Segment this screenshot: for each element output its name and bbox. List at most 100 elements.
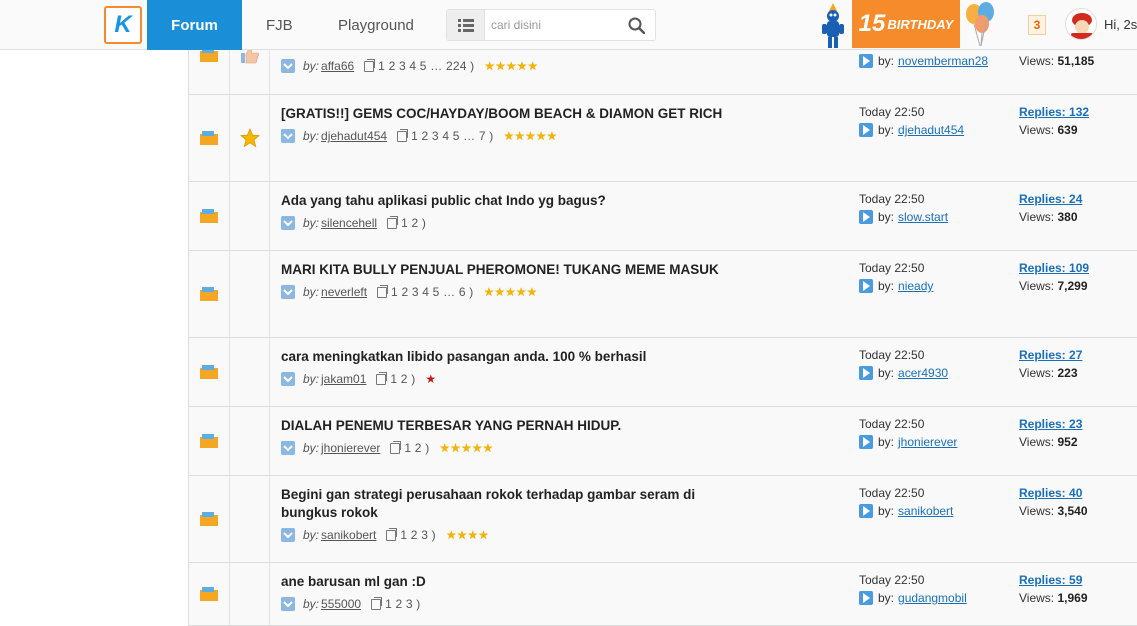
goto-last-post-icon[interactable] <box>859 366 873 380</box>
views-value: 3,540 <box>1057 504 1088 518</box>
last-post-user-link[interactable]: sanikobert <box>898 504 953 518</box>
thread-badge-cell <box>230 563 270 625</box>
thread-badge-cell <box>230 251 270 337</box>
views-count: Views: 3,540 <box>1019 504 1088 518</box>
replies-link[interactable]: Replies: 132 <box>1019 105 1089 119</box>
balloons-icon <box>966 2 994 47</box>
last-post-user-link[interactable]: gudangmobil <box>898 591 967 605</box>
folder-icon <box>199 512 219 527</box>
goto-last-post-icon[interactable] <box>859 435 873 449</box>
last-post-by: by: slow.start <box>859 210 948 224</box>
last-post-user-link[interactable]: acer4930 <box>898 366 948 380</box>
thread-pages[interactable]: 1 2 3 4 5 … 224 ) <box>378 59 474 73</box>
rating-star: ★ <box>516 59 528 73</box>
thread-title-link[interactable]: ane barusan ml gan :D <box>281 573 726 591</box>
notification-badge[interactable]: 3 <box>1028 15 1046 35</box>
goto-last-post-icon[interactable] <box>859 210 873 224</box>
search-input[interactable] <box>491 10 621 40</box>
user-greeting[interactable]: Hi, 2s <box>1104 17 1137 32</box>
thread-pages[interactable]: 1 2 3 ) <box>400 528 435 542</box>
logo-letter: K <box>114 11 132 38</box>
goto-last-post-icon[interactable] <box>859 279 873 293</box>
thread-options-chevron-icon[interactable] <box>281 129 295 143</box>
by-label: by: <box>303 129 320 143</box>
search-icon[interactable] <box>628 17 645 34</box>
thread-pages[interactable]: 1 2 3 ) <box>385 597 420 611</box>
views-value: 380 <box>1057 210 1078 224</box>
kaskus-logo[interactable]: K <box>104 6 142 44</box>
thread-rating: ★ ★ ★ ★ ★ <box>483 285 537 299</box>
thread-author-link[interactable]: neverleft <box>321 285 367 299</box>
replies-link[interactable]: Replies: 40 <box>1019 486 1082 500</box>
last-post-by-label: by: <box>878 591 895 605</box>
user-avatar[interactable] <box>1065 8 1097 40</box>
thread-row: MARI KITA BULLY PENJUAL PHEROMONE! TUKAN… <box>189 251 1137 338</box>
goto-last-post-icon[interactable] <box>859 54 873 68</box>
thread-row: cara meningkatkan libido pasangan anda. … <box>189 338 1137 407</box>
thread-title-link[interactable]: Begini gan strategi perusahaan rokok ter… <box>281 486 726 522</box>
thread-author-link[interactable]: jhonierever <box>321 441 380 455</box>
pages-icon <box>377 284 389 298</box>
replies-link[interactable]: Replies: 23 <box>1019 417 1082 431</box>
rating-star: ★ <box>546 129 558 143</box>
thread-list: by: affa66 1 2 3 4 5 … 224 ) ★ ★ ★ ★ ★ by: novemb… <box>188 0 1137 626</box>
thread-badge-cell <box>230 407 270 475</box>
last-post-time: Today 22:50 <box>859 105 925 119</box>
thread-pages[interactable]: 1 2 3 4 5 … 6 ) <box>391 285 473 299</box>
rating-star: ★ <box>478 528 489 542</box>
birthday-text: BIRTHDAY <box>887 16 954 32</box>
rating-star: ★ <box>471 441 483 455</box>
thread-options-chevron-icon[interactable] <box>281 441 295 455</box>
last-post-user-link[interactable]: slow.start <box>898 210 948 224</box>
thread-author-link[interactable]: silencehell <box>321 216 377 230</box>
thread-options-chevron-icon[interactable] <box>281 528 295 542</box>
last-post-by: by: djehadut454 <box>859 123 964 137</box>
thread-options-chevron-icon[interactable] <box>281 597 295 611</box>
replies-link[interactable]: Replies: 24 <box>1019 192 1082 206</box>
last-post-user-link[interactable]: jhonierever <box>898 435 957 449</box>
thread-options-chevron-icon[interactable] <box>281 372 295 386</box>
by-label: by: <box>303 372 320 386</box>
last-post-by: by: jhonierever <box>859 435 957 449</box>
thread-options-chevron-icon[interactable] <box>281 285 295 299</box>
last-post-user-link[interactable]: novemberman28 <box>898 54 988 68</box>
category-list-button[interactable] <box>447 10 485 40</box>
folder-icon <box>199 287 219 302</box>
nav-tab-playground[interactable]: Playground <box>338 0 414 50</box>
replies-link[interactable]: Replies: 109 <box>1019 261 1089 275</box>
nav-tab-fjb[interactable]: FJB <box>266 0 293 50</box>
replies-link[interactable]: Replies: 59 <box>1019 573 1082 587</box>
thread-options-chevron-icon[interactable] <box>281 216 295 230</box>
goto-last-post-icon[interactable] <box>859 123 873 137</box>
thread-pages[interactable]: 1 2 ) <box>404 441 429 455</box>
last-post-user-link[interactable]: nieady <box>898 279 933 293</box>
thread-author-link[interactable]: 555000 <box>321 597 361 611</box>
thread-pages[interactable]: 1 2 3 4 5 … 7 ) <box>411 129 493 143</box>
goto-last-post-icon[interactable] <box>859 504 873 518</box>
goto-last-post-icon[interactable] <box>859 591 873 605</box>
thread-row: Ada yang tahu aplikasi public chat Indo … <box>189 182 1137 251</box>
thread-options-chevron-icon[interactable] <box>281 59 295 73</box>
birthday-banner[interactable]: 15 BIRTHDAY <box>852 0 960 48</box>
last-post-user-link[interactable]: djehadut454 <box>898 123 964 137</box>
thread-title-link[interactable]: MARI KITA BULLY PENJUAL PHEROMONE! TUKAN… <box>281 261 726 279</box>
last-post-time: Today 22:50 <box>859 486 925 500</box>
thread-author-link[interactable]: affa66 <box>321 59 354 73</box>
thread-title-link[interactable]: DIALAH PENEMU TERBESAR YANG PERNAH HIDUP… <box>281 417 726 435</box>
thread-title-link[interactable]: [GRATIS!!] GEMS COC/HAYDAY/BOOM BEACH & … <box>281 105 726 123</box>
thread-pages[interactable]: 1 2 ) <box>390 372 415 386</box>
thread-title-link[interactable]: Ada yang tahu aplikasi public chat Indo … <box>281 192 726 210</box>
views-label: Views: <box>1019 366 1058 380</box>
rating-star: ★ <box>515 285 527 299</box>
thread-author-link[interactable]: sanikobert <box>321 528 376 542</box>
thread-pages[interactable]: 1 2 ) <box>401 216 426 230</box>
last-post-by-label: by: <box>878 54 895 68</box>
thread-title-link[interactable]: cara meningkatkan libido pasangan anda. … <box>281 348 726 366</box>
folder-icon <box>199 209 219 224</box>
nav-tab-forum[interactable]: Forum <box>147 0 242 50</box>
replies-link[interactable]: Replies: 27 <box>1019 348 1082 362</box>
last-post-by-label: by: <box>878 210 895 224</box>
last-post-by: by: sanikobert <box>859 504 953 518</box>
thread-author-link[interactable]: djehadut454 <box>321 129 387 143</box>
thread-author-link[interactable]: jakam01 <box>321 372 366 386</box>
